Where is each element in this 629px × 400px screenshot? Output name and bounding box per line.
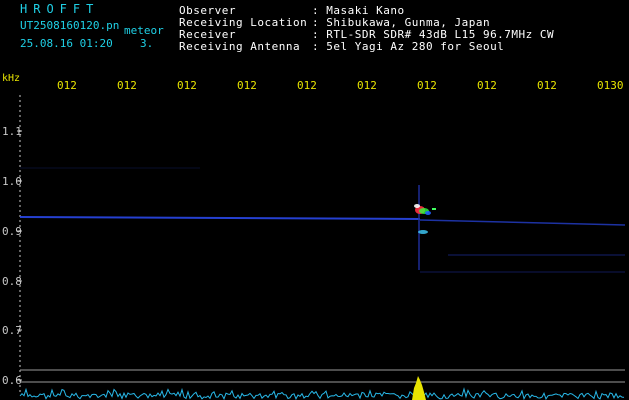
carrier-trace xyxy=(19,216,421,220)
spectrogram xyxy=(17,95,626,400)
carrier-trace-right xyxy=(419,219,626,226)
meteor-spike xyxy=(412,376,426,400)
noise-floor xyxy=(19,387,625,400)
